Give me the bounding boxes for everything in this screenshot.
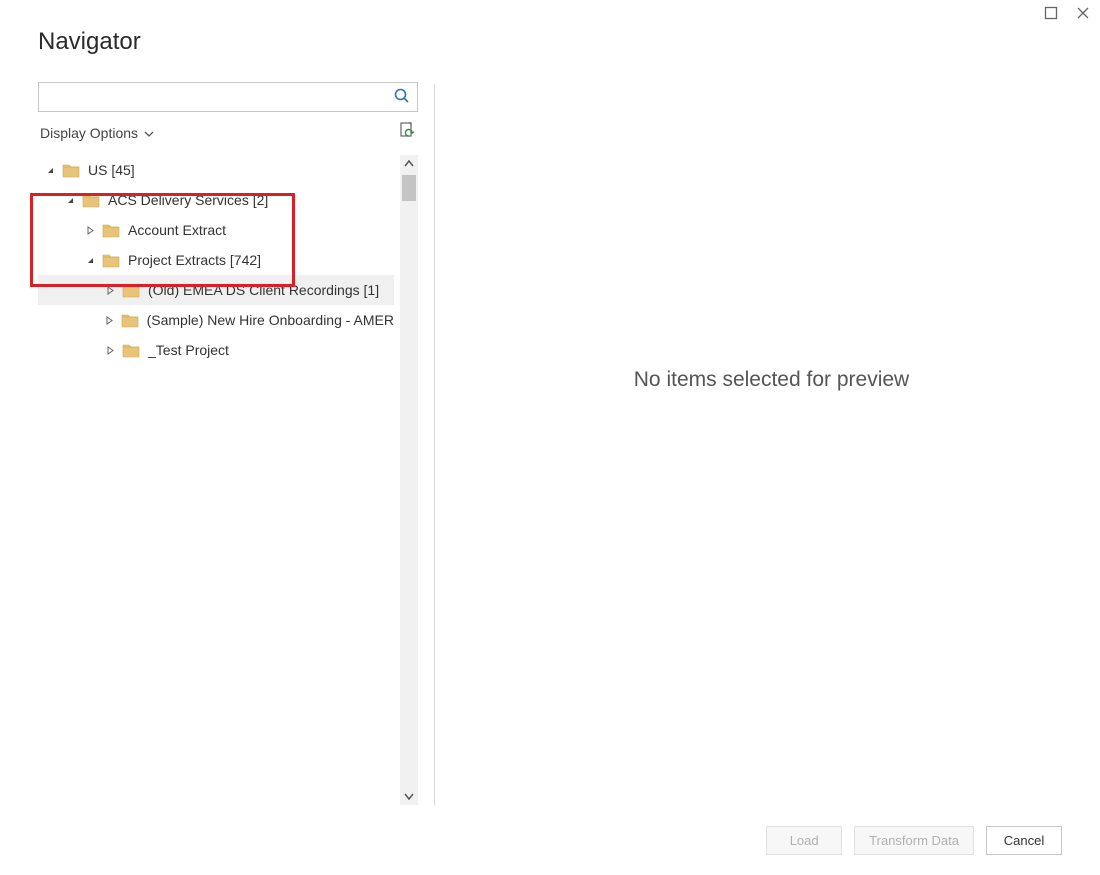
folder-icon — [102, 253, 120, 268]
folder-icon — [122, 283, 140, 298]
tree-item-label: _Test Project — [148, 342, 229, 358]
tree-item-label: Account Extract — [128, 222, 226, 238]
scroll-down-arrow[interactable] — [400, 787, 418, 805]
folder-tree[interactable]: US [45] ACS Delivery Services [2] Account … — [38, 155, 394, 805]
folder-icon — [122, 343, 140, 358]
refresh-icon[interactable] — [398, 122, 416, 143]
tree-item[interactable]: US [45] — [38, 155, 394, 185]
page-title: Navigator — [38, 28, 418, 56]
close-icon[interactable] — [1076, 6, 1090, 20]
transform-data-button: Transform Data — [854, 826, 974, 855]
tree-item-label: (Sample) New Hire Onboarding - AMER — [147, 312, 394, 328]
tree-item[interactable]: _Test Project — [38, 335, 394, 365]
scroll-thumb[interactable] — [402, 175, 416, 201]
tree-item[interactable]: ACS Delivery Services [2] — [38, 185, 394, 215]
expand-icon[interactable] — [104, 286, 116, 295]
tree-item[interactable]: Project Extracts [742] — [38, 245, 394, 275]
load-button: Load — [766, 826, 842, 855]
chevron-down-icon — [144, 125, 154, 141]
collapse-icon[interactable] — [84, 256, 96, 265]
tree-item[interactable]: (Sample) New Hire Onboarding - AMER — [38, 305, 394, 335]
expand-icon[interactable] — [104, 316, 115, 325]
folder-icon — [62, 163, 80, 178]
folder-icon — [102, 223, 120, 238]
preview-empty-message: No items selected for preview — [634, 368, 909, 392]
folder-icon — [82, 193, 100, 208]
expand-icon[interactable] — [104, 346, 116, 355]
search-box[interactable] — [38, 82, 418, 112]
tree-item-label: ACS Delivery Services [2] — [108, 192, 268, 208]
scrollbar[interactable] — [400, 155, 418, 805]
pane-divider — [434, 84, 435, 805]
tree-item-label: (Old) EMEA DS Client Recordings [1] — [148, 282, 379, 298]
collapse-icon[interactable] — [44, 166, 56, 175]
display-options-label: Display Options — [40, 125, 138, 141]
search-input[interactable] — [47, 89, 393, 105]
tree-item-label: US [45] — [88, 162, 135, 178]
tree-item[interactable]: (Old) EMEA DS Client Recordings [1] — [38, 275, 394, 305]
display-options-dropdown[interactable]: Display Options — [40, 125, 154, 141]
maximize-icon[interactable] — [1044, 6, 1058, 20]
folder-icon — [121, 313, 139, 328]
scroll-up-arrow[interactable] — [400, 155, 418, 173]
search-icon[interactable] — [393, 87, 411, 108]
tree-item[interactable]: Account Extract — [38, 215, 394, 245]
tree-item-label: Project Extracts [742] — [128, 252, 261, 268]
collapse-icon[interactable] — [64, 196, 76, 205]
cancel-button[interactable]: Cancel — [986, 826, 1062, 855]
expand-icon[interactable] — [84, 226, 96, 235]
